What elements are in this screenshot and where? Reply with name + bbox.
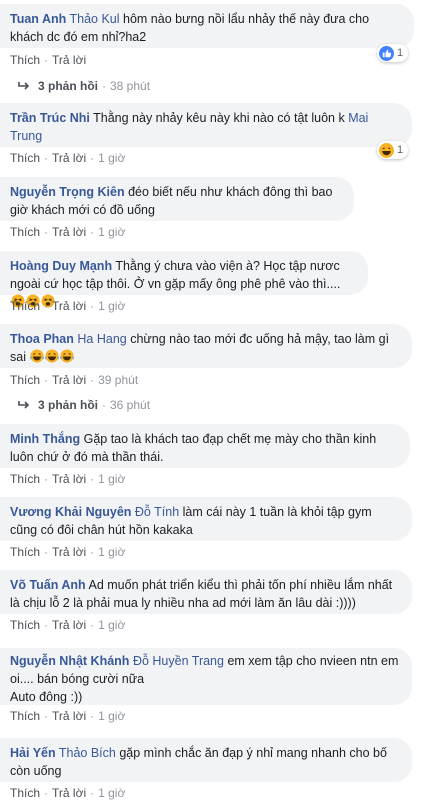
comment-time: 1 giờ (98, 545, 126, 559)
reply-link[interactable]: Trả lời (52, 709, 86, 723)
comment-author[interactable]: Trần Trúc Nhi (10, 111, 90, 125)
comment-actions: Thích · Trả lời · 1 giờ (10, 618, 126, 632)
comment-time: 1 giờ (98, 709, 126, 723)
like-link[interactable]: Thích (10, 373, 40, 387)
comment-actions: Thích · Trả lời · 1 giờ (10, 472, 126, 486)
comment-actions: Thích · Trả lời · 1 giờ (10, 545, 126, 559)
comment-author[interactable]: Võ Tuấn Anh (10, 578, 86, 592)
tagged-user[interactable]: Thảo Kul (70, 12, 120, 26)
comment-actions: Thích · Trả lời · 1 giờ (10, 786, 126, 800)
like-link[interactable]: Thích (10, 53, 40, 67)
view-replies[interactable]: 3 phản hồi · 36 phút (18, 398, 150, 412)
reply-link[interactable]: Trả lời (52, 545, 86, 559)
comment-author[interactable]: Hoàng Duy Mạnh (10, 259, 112, 273)
like-link[interactable]: Thích (10, 151, 40, 165)
replies-count-label[interactable]: 3 phản hồi (38, 398, 98, 412)
comment-actions: Thích · Trả lời · 1 giờ (10, 709, 126, 723)
replies-count-label[interactable]: 3 phản hồi (38, 79, 98, 93)
comment-author[interactable]: Thoa Phan (10, 332, 74, 346)
reaction-count: 1 (397, 144, 404, 156)
comment-time: 1 giờ (98, 786, 126, 800)
comment-actions: Thích · Trả lời · 1 giờ (10, 151, 126, 165)
replies-time: 38 phút (110, 79, 151, 93)
comment-actions: Thích · Trả lời · 1 giờ (10, 225, 126, 239)
comment-time: 39 phút (98, 373, 139, 387)
like-link[interactable]: Thích (10, 472, 40, 486)
comment-time: 1 giờ (98, 225, 126, 239)
tagged-user[interactable]: Thảo Bích (59, 746, 116, 760)
like-link[interactable]: Thích (10, 618, 40, 632)
comment-bubble: Hoàng Duy Mạnh Thằng ý chưa vào viện à? … (0, 251, 368, 308)
reply-link[interactable]: Trả lời (52, 618, 86, 632)
laughing-emoji (29, 349, 75, 364)
tagged-user[interactable]: Đỗ Huyền Trang (133, 654, 224, 668)
reply-link[interactable]: Trả lời (52, 299, 86, 313)
comment-time: 1 giờ (98, 299, 126, 313)
comment-bubble: Võ Tuấn Anh Ad muốn phát triển kiểu thì … (0, 570, 412, 614)
like-reaction-icon (379, 45, 394, 61)
reply-link[interactable]: Trả lời (52, 786, 86, 800)
like-link[interactable]: Thích (10, 709, 40, 723)
haha-reaction-icon (379, 142, 394, 158)
reply-arrow-icon (18, 82, 30, 90)
comment-bubble: Thoa Phan Ha Hang chừng nào tao mới đc u… (0, 324, 412, 368)
reply-link[interactable]: Trả lời (52, 472, 86, 486)
reply-arrow-icon (18, 401, 30, 409)
like-link[interactable]: Thích (10, 786, 40, 800)
comment-time: 1 giờ (98, 472, 126, 486)
comment-author[interactable]: Minh Thắng (10, 432, 80, 446)
comment-actions: Thích · Trả lời (10, 53, 87, 67)
comment-bubble: Hải Yến Thảo Bích gặp mình chắc ăn đạp ý… (0, 738, 412, 782)
reaction-count: 1 (397, 47, 404, 59)
comment-author[interactable]: Nguyễn Trọng Kiên (10, 185, 125, 199)
reply-link[interactable]: Trả lời (52, 53, 86, 67)
tagged-user[interactable]: Ha Hang (77, 332, 126, 346)
comment-text: Thằng này nhảy kêu này khi nào có tật lu… (93, 111, 345, 125)
comment-author[interactable]: Hải Yến (10, 746, 56, 760)
reply-link[interactable]: Trả lời (52, 151, 86, 165)
like-link[interactable]: Thích (10, 299, 40, 313)
comment-author[interactable]: Vương Khải Nguyên (10, 505, 131, 519)
reply-link[interactable]: Trả lời (52, 373, 86, 387)
view-replies[interactable]: 3 phản hồi · 38 phút (18, 79, 150, 93)
comment-text-line: Auto đông :)) (10, 690, 83, 704)
comment-bubble: Nguyễn Nhật Khánh Đỗ Huyền Trang em xem … (0, 648, 412, 705)
tagged-user[interactable]: Đỗ Tính (135, 505, 179, 519)
replies-time: 36 phút (110, 398, 151, 412)
comment-bubble: Tuan Anh Thảo Kul hôm nào bưng nồi lẩu n… (0, 4, 414, 48)
comment-bubble: Minh Thắng Gặp tao là khách tao đạp chết… (0, 424, 410, 468)
comment-time: 1 giờ (98, 151, 126, 165)
comment-actions: Thích · Trả lời · 1 giờ (10, 299, 126, 313)
comment-actions: Thích · Trả lời · 39 phút (10, 373, 139, 387)
like-link[interactable]: Thích (10, 225, 40, 239)
comment-time: 1 giờ (98, 618, 126, 632)
comment-bubble: Nguyễn Trọng Kiên đéo biết nếu như khách… (0, 177, 354, 221)
comment-bubble: Trần Trúc Nhi Thằng này nhảy kêu này khi… (0, 103, 412, 147)
reaction-counter[interactable]: 1 (377, 44, 409, 62)
reaction-counter[interactable]: 1 (377, 141, 409, 159)
like-link[interactable]: Thích (10, 545, 40, 559)
comment-author[interactable]: Nguyễn Nhật Khánh (10, 654, 129, 668)
reply-link[interactable]: Trả lời (52, 225, 86, 239)
comment-author[interactable]: Tuan Anh (10, 12, 66, 26)
comment-bubble: Vương Khải Nguyên Đỗ Tính làm cái này 1 … (0, 497, 412, 541)
